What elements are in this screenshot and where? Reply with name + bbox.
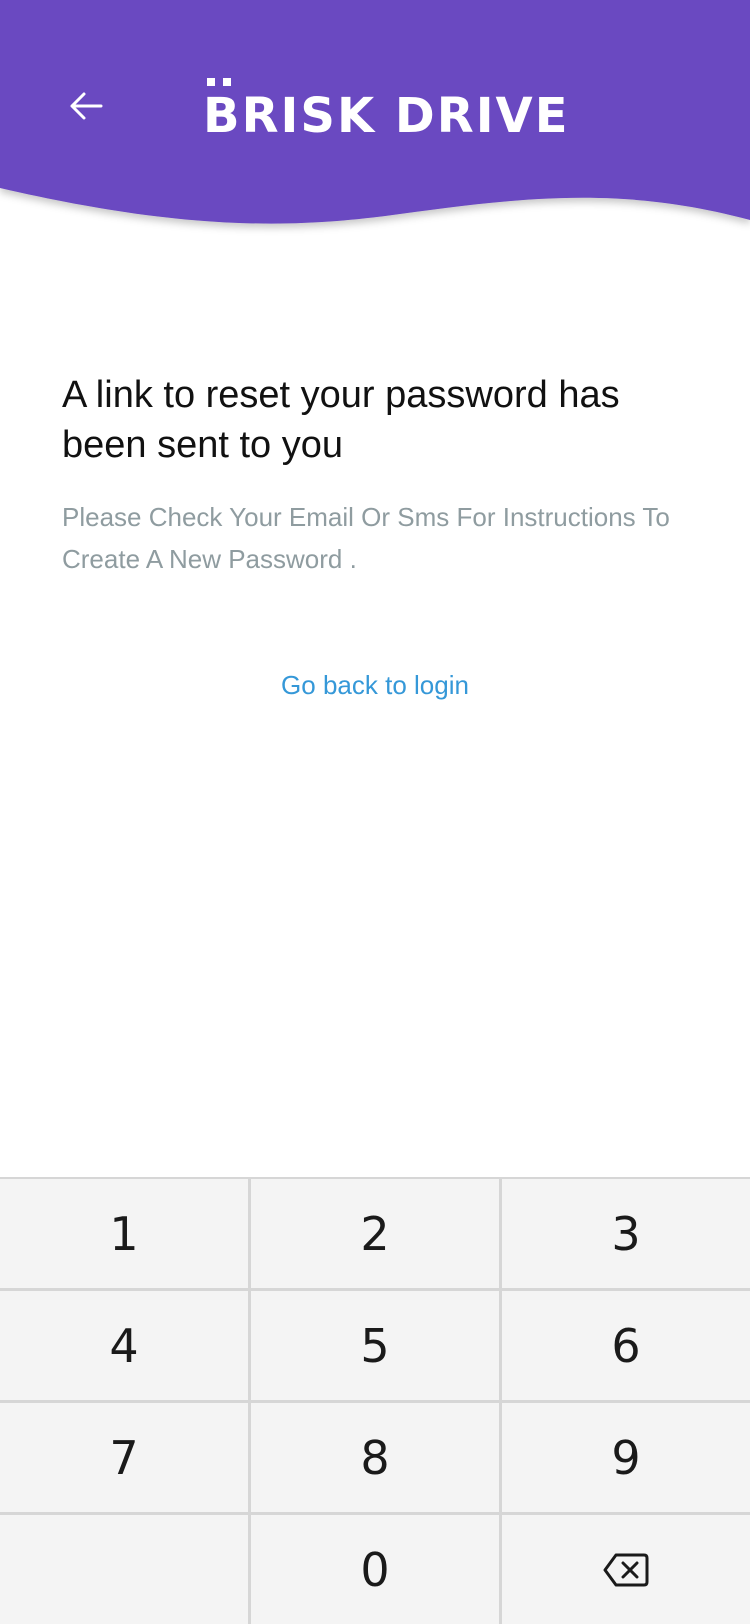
backspace-icon [603, 1553, 649, 1586]
key-4[interactable]: 4 [0, 1291, 248, 1400]
key-3[interactable]: 3 [502, 1179, 750, 1288]
message-title: A link to reset your password has been s… [62, 374, 620, 466]
message-subtitle: Please Check Your Email Or Sms For Instr… [62, 502, 670, 574]
brand-logo: BRISK DRIVE [203, 70, 569, 140]
key-delete[interactable] [502, 1515, 750, 1624]
key-1[interactable]: 1 [0, 1179, 248, 1288]
key-9[interactable]: 9 [502, 1403, 750, 1512]
key-2[interactable]: 2 [251, 1179, 499, 1288]
key-6[interactable]: 6 [502, 1291, 750, 1400]
key-0[interactable]: 0 [251, 1515, 499, 1624]
back-button[interactable] [60, 80, 112, 132]
key-8[interactable]: 8 [251, 1403, 499, 1512]
logo-dots [207, 78, 231, 86]
arrow-left-icon [70, 92, 103, 120]
reset-message: A link to reset your password has been s… [62, 370, 692, 580]
key-5[interactable]: 5 [251, 1291, 499, 1400]
key-7[interactable]: 7 [0, 1403, 248, 1512]
key-blank [0, 1515, 248, 1624]
go-back-to-login-link[interactable]: Go back to login [0, 670, 750, 701]
numeric-keypad: 1 2 3 4 5 6 7 8 9 0 [0, 1177, 750, 1624]
app-header: BRISK DRIVE [0, 0, 750, 245]
brand-name: BRISK DRIVE [203, 88, 570, 144]
